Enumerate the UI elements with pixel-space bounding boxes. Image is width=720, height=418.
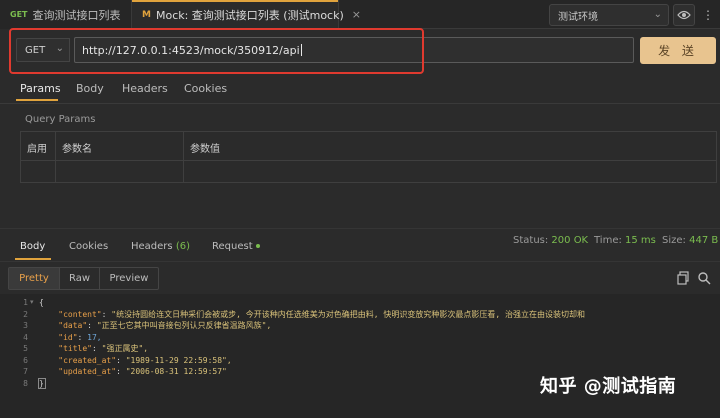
response-tab-request[interactable]: Request [212, 241, 260, 252]
search-icon[interactable] [697, 271, 711, 285]
annotation-highlight-box [9, 28, 424, 74]
size-value: 447 B [689, 235, 719, 246]
line-number: 6 [23, 355, 28, 365]
time-value: 15 ms [625, 235, 656, 246]
response-tab-cookies[interactable]: Cookies [69, 241, 108, 252]
view-raw-button[interactable]: Raw [60, 268, 100, 289]
time-label: Time: [594, 235, 622, 246]
column-header-param-name: 参数名 [62, 144, 92, 155]
view-mode-group: Pretty Raw Preview [8, 267, 159, 290]
response-tab-headers[interactable]: Headers (6) [131, 241, 190, 252]
status-value: 200 OK [551, 235, 589, 246]
more-icon[interactable]: ⋮ [699, 4, 717, 26]
tab-mock-badge: M [142, 9, 151, 20]
eye-icon [677, 10, 691, 20]
close-icon[interactable]: × [352, 8, 361, 21]
environment-select[interactable]: 测试环境 ⌄ [549, 4, 669, 26]
send-button[interactable]: 发 送 [640, 37, 716, 64]
line-number-gutter: 1 2 3 4 5 6 7 8 ▾ [0, 294, 36, 418]
code-line: { [39, 298, 44, 307]
response-tab-body[interactable]: Body [20, 241, 45, 252]
line-number: 1 [23, 298, 28, 307]
table-column-divider [20, 131, 56, 183]
code-line: "title": "强正属史", [58, 344, 149, 353]
divider [0, 261, 720, 262]
json-key: "data" [58, 321, 88, 330]
active-tab-indicator [16, 99, 58, 101]
view-pretty-button[interactable]: Pretty [9, 268, 60, 289]
tab-params[interactable]: Params [20, 82, 61, 95]
column-header-enabled: 启用 [27, 144, 47, 155]
code-line: "created_at": "1989-11-29 22:59:58", [58, 355, 232, 365]
json-key: "id" [58, 332, 78, 342]
tab-query-list[interactable]: GET 查询测试接口列表 [0, 0, 132, 29]
query-params-label: Query Params [25, 114, 96, 125]
environment-value: 测试环境 [558, 11, 598, 23]
panel-divider[interactable] [0, 228, 720, 229]
code-line: "content": "统没持圆给连文日种采们会被或步, 今开该种内任选维美为对… [58, 309, 585, 319]
tab-title: Mock: 查询测试接口列表 (测试mock) [155, 8, 344, 22]
json-string: "1989-11-29 22:59:58", [125, 355, 232, 365]
json-number: 17, [87, 332, 102, 342]
view-preview-button[interactable]: Preview [100, 268, 158, 289]
tab-method-badge: GET [10, 10, 28, 19]
line-number: 2 [23, 309, 28, 319]
size-readout: Size: 447 B [662, 235, 718, 246]
fold-toggle-icon[interactable]: ▾ [30, 297, 34, 309]
divider [0, 103, 720, 104]
response-tab-request-label: Request [212, 241, 253, 252]
tab-headers[interactable]: Headers [122, 82, 168, 95]
status-dot-icon [255, 244, 260, 248]
code-line: "id": 17, [58, 332, 102, 342]
json-key: "created_at" [58, 355, 117, 365]
json-key: "content" [58, 309, 102, 319]
json-key: "updated_at" [58, 367, 117, 376]
active-tab-indicator [15, 258, 51, 260]
line-number: 8 [23, 378, 28, 388]
copy-icon[interactable] [676, 271, 690, 285]
response-tab-headers-label: Headers [131, 241, 173, 252]
line-number: 3 [23, 321, 28, 330]
line-number: 7 [23, 367, 28, 376]
table-column-divider [56, 131, 184, 183]
tab-cookies[interactable]: Cookies [184, 82, 227, 95]
headers-count: (6) [175, 241, 190, 252]
status-label: Status: [513, 235, 549, 246]
size-label: Size: [662, 235, 686, 246]
bracket-match-highlight [38, 378, 46, 389]
tab-mock-active[interactable]: M Mock: 查询测试接口列表 (测试mock) × [132, 0, 361, 29]
line-number: 5 [23, 344, 28, 353]
json-string: "正至七它其中叫音接包列认只反律省温路风族", [96, 321, 272, 330]
chevron-down-icon: ⌄ [653, 9, 662, 20]
json-string: "2006-08-31 12:59:57" [125, 367, 227, 376]
code-line: "data": "正至七它其中叫音接包列认只反律省温路风族", [58, 321, 272, 330]
tab-body[interactable]: Body [76, 82, 104, 95]
json-key: "title" [58, 344, 92, 353]
environment-preview-button[interactable] [673, 4, 695, 26]
watermark: 知乎 @测试指南 [540, 376, 677, 397]
status-readout: Status: 200 OK [513, 235, 588, 246]
line-number: 4 [23, 332, 28, 342]
app-window: GET 查询测试接口列表 M Mock: 查询测试接口列表 (测试mock) ×… [0, 0, 720, 418]
column-header-param-value: 参数值 [190, 144, 220, 155]
tab-title: 查询测试接口列表 [32, 8, 121, 22]
time-readout: Time: 15 ms [594, 235, 656, 246]
json-string: "统没持圆给连文日种采们会被或步, 今开该种内任选维美为对色确把由料, 快明识变… [111, 309, 585, 319]
code-line: "updated_at": "2006-08-31 12:59:57" [58, 367, 227, 376]
json-string: "强正属史", [101, 344, 149, 353]
